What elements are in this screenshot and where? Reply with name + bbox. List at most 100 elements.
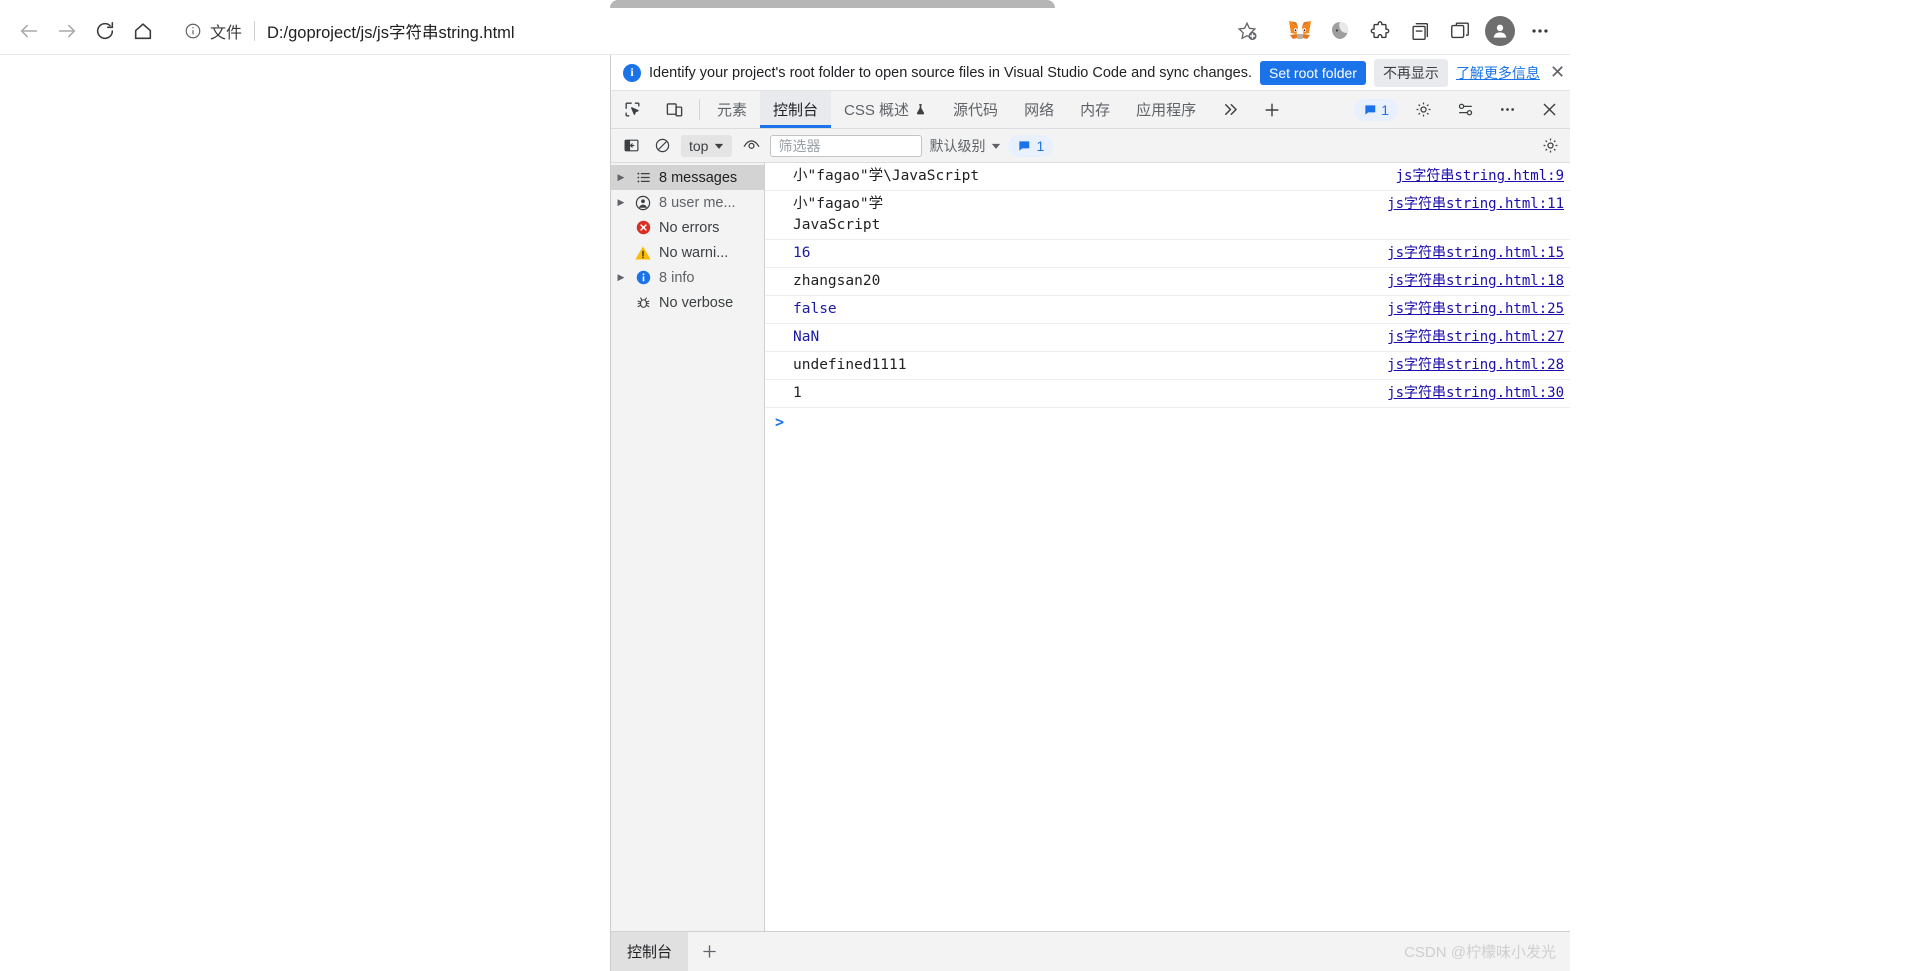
drawer-add-button[interactable] [688, 932, 730, 971]
tab-label: 控制台 [773, 102, 819, 119]
list-messages-icon [633, 168, 653, 188]
browser-tab[interactable] [610, 0, 1055, 8]
log-source-link[interactable]: js字符串string.html:25 [1373, 299, 1564, 320]
console-message-badge[interactable]: 1 [1008, 134, 1054, 157]
reload-icon [96, 21, 114, 40]
learn-more-link[interactable]: 了解更多信息 [1456, 63, 1540, 83]
set-root-folder-button[interactable]: Set root folder [1260, 60, 1366, 85]
log-source-link[interactable]: js字符串string.html:15 [1373, 243, 1564, 264]
expand-triangle-icon[interactable]: ▶ [615, 197, 627, 208]
tab-css-overview[interactable]: CSS 概述 [831, 91, 940, 128]
context-value: top [689, 137, 709, 154]
url-text[interactable]: D:/goproject/js/js字符串string.html [267, 19, 1226, 43]
live-expression-button[interactable] [739, 134, 763, 158]
browser-window: 文件 D:/goproject/js/js字符串string.html i Id… [0, 0, 1570, 971]
tab-network[interactable]: 网络 [1011, 91, 1067, 128]
sidebar-item-warnings[interactable]: ▶ No warni... [611, 240, 764, 265]
sidebar-item-errors[interactable]: ▶ No errors [611, 215, 764, 240]
inspect-element-icon[interactable] [611, 91, 653, 128]
home-button[interactable] [124, 12, 162, 50]
sidebar-item-label: 8 messages [659, 169, 738, 186]
log-level-select[interactable]: 默认级别 [929, 136, 1001, 156]
expand-triangle-icon[interactable]: ▶ [615, 172, 627, 183]
info-circle-icon[interactable] [182, 20, 204, 42]
console-log-row[interactable]: 小"fagao"学\JavaScript js字符串string.html:9 [765, 163, 1570, 191]
arrow-left-icon [20, 24, 38, 38]
forward-button[interactable] [48, 12, 86, 50]
console-log-row[interactable]: NaN js字符串string.html:27 [765, 324, 1570, 352]
tab-label: CSS 概述 [844, 102, 910, 119]
issues-badge[interactable]: 1 [1354, 98, 1398, 121]
console-filter-input[interactable]: 筛选器 [770, 134, 923, 157]
close-icon[interactable]: ✕ [1550, 62, 1565, 83]
sidebar-item-label: 8 info [659, 269, 695, 286]
customize-devtools-icon [1458, 103, 1472, 116]
clear-console-button[interactable] [650, 134, 674, 158]
log-source-link[interactable]: js字符串string.html:9 [1382, 166, 1564, 187]
more-tabs-button[interactable] [1209, 91, 1251, 128]
tab-elements[interactable]: 元素 [704, 91, 760, 128]
dont-show-again-button[interactable]: 不再显示 [1373, 58, 1448, 87]
log-message: false [793, 301, 837, 317]
metamask-extension-icon[interactable] [1280, 11, 1320, 51]
tabbar-divider [699, 99, 700, 120]
log-message: 小"fagao"学\JavaScript [793, 168, 980, 184]
close-devtools-button[interactable] [1528, 91, 1570, 128]
tab-strip [0, 0, 1570, 8]
tab-application[interactable]: 应用程序 [1123, 91, 1209, 128]
sidebar-item-verbose[interactable]: ▶ No verbose [611, 290, 764, 315]
back-button[interactable] [10, 12, 48, 50]
warning-triangle-icon [633, 243, 653, 263]
log-source-link[interactable]: js字符串string.html:28 [1373, 355, 1564, 376]
console-log-row[interactable]: 16 js字符串string.html:15 [765, 240, 1570, 268]
log-message: 小"fagao"学 JavaScript [793, 196, 884, 233]
expand-triangle-icon[interactable]: ▶ [615, 272, 627, 283]
devtools-infobar: i Identify your project's root folder to… [611, 55, 1570, 91]
console-log-row[interactable]: 小"fagao"学 JavaScript js字符串string.html:11 [765, 191, 1570, 240]
console-log-row[interactable]: undefined1111 js字符串string.html:28 [765, 352, 1570, 380]
device-toolbar-icon[interactable] [653, 91, 695, 128]
experiment-flask-icon [916, 104, 925, 115]
sidebar-item-messages[interactable]: ▶ 8 messages [611, 165, 764, 190]
console-prompt[interactable]: > [765, 408, 1570, 436]
tab-console[interactable]: 控制台 [760, 91, 832, 128]
console-settings-button[interactable] [1538, 134, 1562, 158]
sidebar-item-info[interactable]: ▶ 8 info [611, 265, 764, 290]
log-source-link[interactable]: js字符串string.html:30 [1373, 383, 1564, 404]
log-message: 16 [793, 245, 811, 261]
add-favorite-star-icon[interactable] [1230, 14, 1264, 48]
extension-icon[interactable] [1320, 11, 1360, 51]
sidebar-item-user-messages[interactable]: ▶ 8 user me... [611, 190, 764, 215]
tab-label: 元素 [717, 102, 748, 119]
close-devtools-icon [1543, 103, 1555, 116]
reload-button[interactable] [86, 12, 124, 50]
profile-avatar-icon[interactable] [1480, 11, 1520, 51]
devtools-settings-button[interactable] [1402, 91, 1444, 128]
console-log-row[interactable]: 1 js字符串string.html:30 [765, 380, 1570, 408]
console-log-row[interactable]: zhangsan20 js字符串string.html:18 [765, 268, 1570, 296]
drawer-tab-console[interactable]: 控制台 [611, 932, 689, 971]
console-sidebar-toggle-button[interactable] [619, 134, 643, 158]
browser-essentials-icon[interactable] [1440, 11, 1480, 51]
execution-context-select[interactable]: top [681, 134, 733, 157]
devtools-tabbar: 元素 控制台 CSS 概述 源代码 网络 内存 应用程序 1 [611, 91, 1570, 129]
info-circle-icon [633, 268, 653, 288]
more-settings-ellipsis-icon[interactable] [1520, 11, 1560, 51]
log-message: 1 [793, 385, 802, 401]
tab-sources[interactable]: 源代码 [940, 91, 1011, 128]
console-log-row[interactable]: false js字符串string.html:25 [765, 296, 1570, 324]
collections-icon[interactable] [1400, 11, 1440, 51]
log-source-link[interactable]: js字符串string.html:18 [1373, 271, 1564, 292]
tab-memory[interactable]: 内存 [1067, 91, 1123, 128]
offscreen-fill [1570, 0, 1920, 971]
log-source-link[interactable]: js字符串string.html:27 [1373, 327, 1564, 348]
devtools-more-button[interactable] [1486, 91, 1528, 128]
address-bar[interactable]: 文件 D:/goproject/js/js字符串string.html [168, 14, 1270, 48]
puzzle-extensions-icon[interactable] [1360, 11, 1400, 51]
add-panel-button[interactable] [1251, 91, 1293, 128]
customize-devtools-button[interactable] [1444, 91, 1486, 128]
page-viewport [0, 55, 610, 971]
log-source-link[interactable]: js字符串string.html:11 [1373, 194, 1564, 215]
gear-icon [1543, 138, 1557, 153]
error-circle-icon [633, 218, 653, 238]
